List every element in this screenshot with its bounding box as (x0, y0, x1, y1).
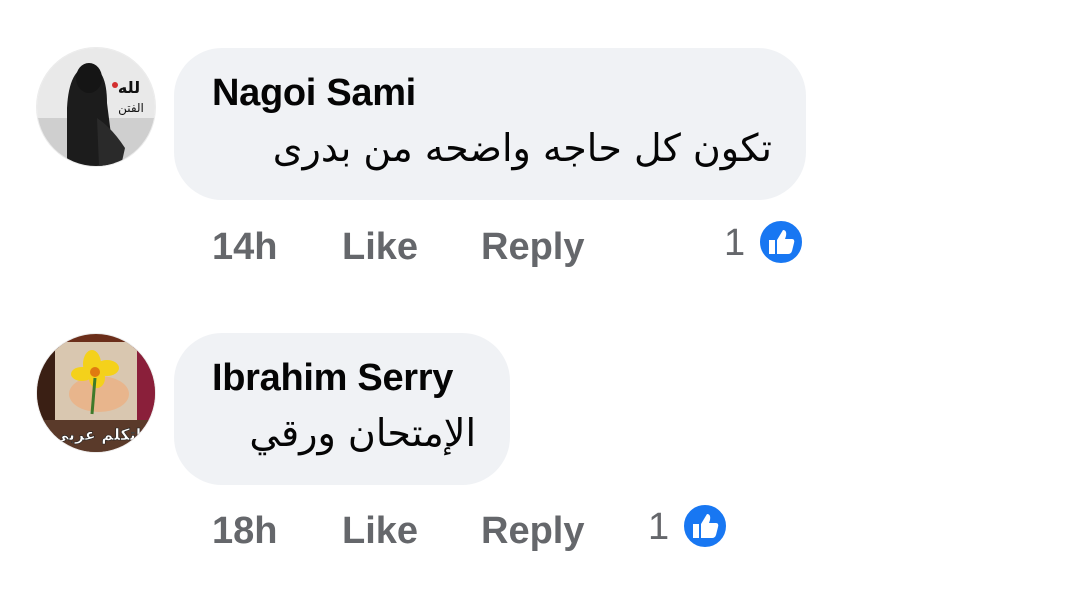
avatar[interactable]: اتكلم عربي (37, 334, 155, 452)
like-button[interactable]: Like (342, 510, 418, 553)
comment-bubble: Ibrahim Serry الإمتحان ورقي (174, 333, 510, 485)
avatar-image: اتكلم عربي (37, 334, 155, 452)
thumbs-up-icon[interactable] (757, 218, 805, 266)
comment-text: الإمتحان ورقي (249, 411, 476, 455)
comment-author[interactable]: Ibrahim Serry (212, 357, 453, 400)
reply-button[interactable]: Reply (481, 510, 584, 553)
svg-text:اتكلم عربي: اتكلم عربي (53, 425, 142, 445)
reaction-count[interactable]: 1 (724, 222, 745, 265)
like-button[interactable]: Like (342, 226, 418, 269)
avatar-image: لله الفتن (37, 48, 155, 166)
svg-text:لله: لله (118, 78, 140, 97)
svg-text:الفتن: الفتن (118, 101, 144, 116)
comment-timestamp[interactable]: 18h (212, 510, 277, 553)
avatar-overlay-text: اتكلم عربي (52, 425, 142, 446)
comment-text: تكون كل حاجه واضحه من بدرى (272, 126, 772, 170)
comment-timestamp[interactable]: 14h (212, 226, 277, 269)
thumbs-up-icon[interactable] (681, 502, 729, 550)
reaction-count[interactable]: 1 (648, 506, 669, 549)
comment-bubble: Nagoi Sami تكون كل حاجه واضحه من بدرى (174, 48, 806, 200)
avatar[interactable]: لله الفتن (37, 48, 155, 166)
comment-author[interactable]: Nagoi Sami (212, 72, 416, 115)
reply-button[interactable]: Reply (481, 226, 584, 269)
